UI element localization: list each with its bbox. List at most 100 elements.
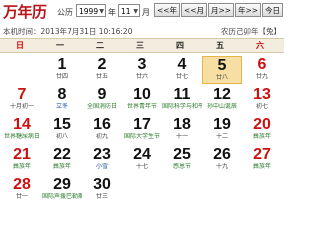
prev-year-button[interactable]: <<年 [154,3,180,17]
day-cell[interactable]: 21 彝族年 [2,146,42,174]
day-number: 21 [13,146,31,163]
day-number: 18 [173,116,191,133]
weekday-sat: 六 [256,41,264,50]
lunar-year-info: 农历己卯年【兔】 [221,27,281,36]
lunar-label: 彝族年 [252,133,271,140]
day-cell[interactable]: 22 彝族年 [42,146,82,174]
day-number: 23 [93,146,111,163]
day-cell[interactable]: 16 初九 [82,116,122,144]
weekday-tue: 二 [96,41,104,50]
day-number: 14 [13,116,31,133]
weekday-fri: 五 [216,41,224,50]
prev-month-button[interactable]: <<月 [181,3,207,17]
day-cell[interactable]: 6 廿九 [242,56,282,84]
day-cell[interactable]: 2 廿五 [82,56,122,84]
day-cell[interactable]: 4 廿七 [162,56,202,84]
month-select[interactable]: 11 ▼ [118,4,140,17]
day-cell[interactable]: 1 廿四 [42,56,82,84]
day-cell[interactable]: 26 十九 [202,146,242,174]
day-number: 15 [53,116,71,133]
lunar-label: 小雪 [95,163,108,170]
lunar-label: 彝族年 [252,163,271,170]
day-number: 2 [97,56,107,73]
weekday-thu: 四 [176,41,184,50]
today-button[interactable]: 今日 [262,3,283,17]
day-cell[interactable]: 23 小雪 [82,146,122,174]
day-cell[interactable]: 8 立冬 [42,86,82,114]
year-select[interactable]: 1999 ▼ [76,4,106,17]
lunar-label: 廿五 [95,73,108,80]
day-number: 17 [133,116,151,133]
day-cell[interactable]: 28 廿一 [2,176,42,204]
day-cell[interactable]: 17 国际大学生节 [122,116,162,144]
day-number: 12 [213,86,231,103]
app-logo: 万年历 [3,3,47,21]
day-cell[interactable]: 9 全国消防日 [82,86,122,114]
day-number: 5 [217,57,227,74]
day-number: 6 [257,56,267,73]
lunar-label: 世界糖尿病日 [3,133,40,140]
weekday-header: 日 一 二 三 四 五 六 [0,38,284,53]
lunar-label: 立冬 [55,103,68,110]
year-unit: 年 [108,8,116,17]
lunar-label: 廿六 [135,73,148,80]
day-cell[interactable]: 30 廿三 [82,176,122,204]
day-number: 27 [253,146,271,163]
lunar-label: 廿四 [55,73,68,80]
day-number: 3 [137,56,147,73]
lunar-label: 彝族年 [12,163,31,170]
next-month-button[interactable]: 月>> [208,3,234,17]
day-number: 22 [53,146,71,163]
lunar-label: 孙中山诞辰 [206,103,237,110]
day-cell[interactable]: 11国际科学与和平周 [162,86,202,114]
lunar-label: 全国消防日 [86,103,117,110]
day-number: 4 [177,56,187,73]
day-cell[interactable]: 12 孙中山诞辰 [202,86,242,114]
day-cell[interactable]: 10 世界青年节 [122,86,162,114]
day-number: 1 [57,56,67,73]
day-cell[interactable]: 15 初八 [42,116,82,144]
year-value: 1999 [79,7,99,16]
lunar-label: 十七 [135,163,148,170]
day-cell[interactable]: 7 十月初一 [2,86,42,114]
lunar-label: 世界青年节 [126,103,157,110]
lunar-label: 初八 [55,133,68,140]
day-cell[interactable]: 19 十二 [202,116,242,144]
day-number: 19 [213,116,231,133]
lunar-label: 国际科学与和平周 [162,103,202,110]
day-cell[interactable]: 3 廿六 [122,56,162,84]
calendar-type-label: 公历 [57,8,73,17]
weekday-wed: 三 [136,41,144,50]
chevron-down-icon: ▼ [99,8,104,15]
lunar-label: 十一 [175,133,188,140]
day-cell[interactable]: 13 初七 [242,86,282,114]
day-number: 13 [253,86,271,103]
day-cell[interactable]: 18 十一 [162,116,202,144]
lunar-label: 廿七 [175,73,188,80]
lunar-label: 廿九 [255,73,268,80]
lunar-label: 廿三 [95,193,108,200]
day-number: 20 [253,116,271,133]
lunar-label: 廿八 [215,74,228,81]
day-number: 10 [133,86,151,103]
day-cell[interactable]: 27 彝族年 [242,146,282,174]
lunar-label: 十九 [215,163,228,170]
lunar-label: 初九 [95,133,108,140]
day-cell[interactable]: 20 彝族年 [242,116,282,144]
day-number: 9 [97,86,107,103]
day-cell[interactable]: 5 廿八 [202,56,242,84]
weekday-mon: 一 [56,41,64,50]
day-number: 28 [13,176,31,193]
day-cell[interactable]: 14 世界糖尿病日 [2,116,42,144]
day-number: 24 [133,146,151,163]
day-cell[interactable]: 29国际声援巴勒斯坦 [42,176,82,204]
next-year-button[interactable]: 年>> [235,3,261,17]
day-cell[interactable]: 25 感恩节 [162,146,202,174]
weekday-sun: 日 [16,41,24,50]
day-number: 16 [93,116,111,133]
day-number: 8 [57,86,67,103]
lunar-label: 国际声援巴勒斯坦 [42,193,82,200]
day-number: 25 [173,146,191,163]
day-number: 11 [173,86,191,103]
day-cell[interactable]: 24 十七 [122,146,162,174]
